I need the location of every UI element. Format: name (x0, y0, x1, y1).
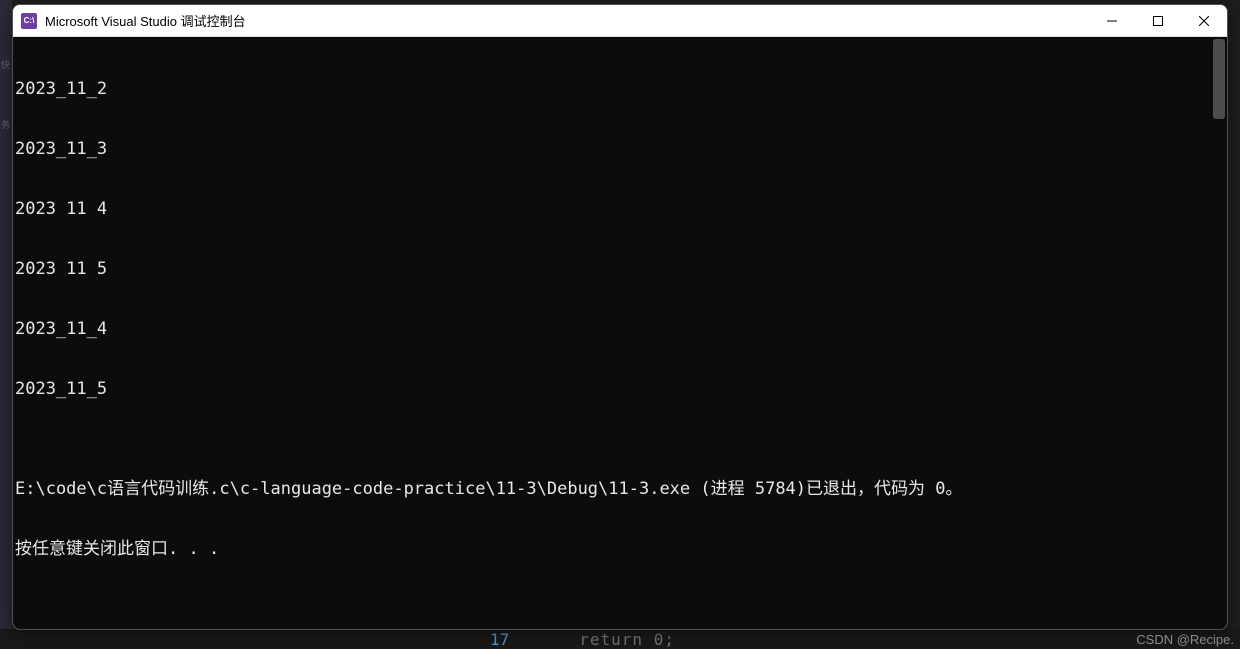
console-line: 2023 11 5 (15, 259, 1227, 279)
editor-code-fragment: return 0; (579, 630, 675, 649)
console-output[interactable]: 2023_11_2 2023_11_3 2023 11 4 2023 11 5 … (13, 37, 1227, 629)
console-line: 2023_11_3 (15, 139, 1227, 159)
editor-backdrop-left: 快 务 (0, 0, 12, 649)
console-line: 2023_11_2 (15, 79, 1227, 99)
console-line: E:\code\c语言代码训练.c\c-language-code-practi… (15, 479, 1227, 499)
window-controls (1089, 5, 1227, 36)
titlebar[interactable]: C:\ Microsoft Visual Studio 调试控制台 (13, 5, 1227, 37)
editor-backdrop-bottom: 17 return 0; (0, 629, 1240, 649)
minimize-button[interactable] (1089, 5, 1135, 37)
vertical-scrollbar[interactable] (1211, 37, 1227, 629)
console-line: 2023_11_5 (15, 379, 1227, 399)
console-line: 2023_11_4 (15, 319, 1227, 339)
scrollbar-thumb[interactable] (1213, 39, 1225, 119)
console-line: 2023 11 4 (15, 199, 1227, 219)
console-window: C:\ Microsoft Visual Studio 调试控制台 2023_1… (12, 4, 1228, 630)
console-line: 按任意键关闭此窗口. . . (15, 539, 1227, 559)
maximize-button[interactable] (1135, 5, 1181, 37)
window-title: Microsoft Visual Studio 调试控制台 (45, 11, 1089, 30)
editor-line-number: 17 (490, 630, 509, 649)
app-icon: C:\ (21, 13, 37, 29)
close-button[interactable] (1181, 5, 1227, 37)
